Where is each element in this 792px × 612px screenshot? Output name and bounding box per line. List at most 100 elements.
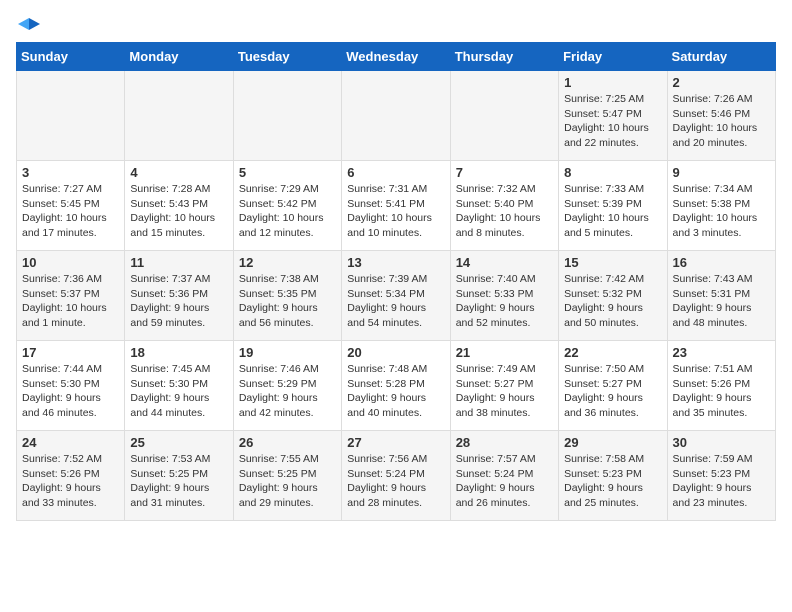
cell-info: Sunrise: 7:38 AM Sunset: 5:35 PM Dayligh… <box>239 272 336 331</box>
logo-flag-icon <box>18 16 40 38</box>
header-day-saturday: Saturday <box>667 43 775 71</box>
header-day-wednesday: Wednesday <box>342 43 450 71</box>
header-day-sunday: Sunday <box>17 43 125 71</box>
day-number: 12 <box>239 255 336 270</box>
header <box>16 16 776 34</box>
calendar-cell: 3 Sunrise: 7:27 AM Sunset: 5:45 PM Daylig… <box>17 161 125 251</box>
calendar-cell <box>450 71 558 161</box>
day-number: 13 <box>347 255 444 270</box>
day-number: 18 <box>130 345 227 360</box>
calendar-cell: 6Sunrise: 7:31 AM Sunset: 5:41 PM Daylig… <box>342 161 450 251</box>
calendar-cell: 8Sunrise: 7:33 AM Sunset: 5:39 PM Daylig… <box>559 161 667 251</box>
cell-info: Sunrise: 7:42 AM Sunset: 5:32 PM Dayligh… <box>564 272 661 331</box>
cell-info: Sunrise: 7:56 AM Sunset: 5:24 PM Dayligh… <box>347 452 444 511</box>
calendar-cell: 18 Sunrise: 7:45 AM Sunset: 5:30 PM Dayli… <box>125 341 233 431</box>
cell-info: Sunrise: 7:37 AM Sunset: 5:36 PM Dayligh… <box>130 272 227 331</box>
calendar-cell: 19 Sunrise: 7:46 AM Sunset: 5:29 PM Dayli… <box>233 341 341 431</box>
day-number: 22 <box>564 345 661 360</box>
calendar-cell: 15 Sunrise: 7:42 AM Sunset: 5:32 PM Dayli… <box>559 251 667 341</box>
cell-info: Sunrise: 7:32 AM Sunset: 5:40 PM Dayligh… <box>456 182 553 241</box>
day-number: 21 <box>456 345 553 360</box>
calendar-cell: 11Sunrise: 7:37 AM Sunset: 5:36 PM Dayli… <box>125 251 233 341</box>
cell-info: Sunrise: 7:27 AM Sunset: 5:45 PM Dayligh… <box>22 182 119 241</box>
calendar-cell: 13 Sunrise: 7:39 AM Sunset: 5:34 PM Dayli… <box>342 251 450 341</box>
calendar-cell <box>17 71 125 161</box>
calendar-week-row: 10 Sunrise: 7:36 AM Sunset: 5:37 PM Dayli… <box>17 251 776 341</box>
day-number: 6 <box>347 165 444 180</box>
calendar-cell: 23 Sunrise: 7:51 AM Sunset: 5:26 PM Dayli… <box>667 341 775 431</box>
day-number: 8 <box>564 165 661 180</box>
day-number: 28 <box>456 435 553 450</box>
day-number: 24 <box>22 435 119 450</box>
calendar-cell: 17Sunrise: 7:44 AM Sunset: 5:30 PM Dayli… <box>17 341 125 431</box>
cell-info: Sunrise: 7:45 AM Sunset: 5:30 PM Dayligh… <box>130 362 227 421</box>
cell-info: Sunrise: 7:36 AM Sunset: 5:37 PM Dayligh… <box>22 272 119 331</box>
day-number: 7 <box>456 165 553 180</box>
cell-info: Sunrise: 7:40 AM Sunset: 5:33 PM Dayligh… <box>456 272 553 331</box>
calendar-cell: 27 Sunrise: 7:56 AM Sunset: 5:24 PM Dayli… <box>342 431 450 521</box>
day-number: 19 <box>239 345 336 360</box>
header-row: SundayMondayTuesdayWednesdayThursdayFrid… <box>17 43 776 71</box>
cell-info: Sunrise: 7:58 AM Sunset: 5:23 PM Dayligh… <box>564 452 661 511</box>
calendar-cell: 16 Sunrise: 7:43 AM Sunset: 5:31 PM Dayli… <box>667 251 775 341</box>
calendar-cell: 21 Sunrise: 7:49 AM Sunset: 5:27 PM Dayli… <box>450 341 558 431</box>
day-number: 16 <box>673 255 770 270</box>
cell-info: Sunrise: 7:39 AM Sunset: 5:34 PM Dayligh… <box>347 272 444 331</box>
calendar-cell: 28 Sunrise: 7:57 AM Sunset: 5:24 PM Dayli… <box>450 431 558 521</box>
cell-info: Sunrise: 7:28 AM Sunset: 5:43 PM Dayligh… <box>130 182 227 241</box>
cell-info: Sunrise: 7:25 AM Sunset: 5:47 PM Dayligh… <box>564 92 661 151</box>
calendar-week-row: 3 Sunrise: 7:27 AM Sunset: 5:45 PM Daylig… <box>17 161 776 251</box>
calendar-cell: 12 Sunrise: 7:38 AM Sunset: 5:35 PM Dayli… <box>233 251 341 341</box>
calendar-cell: 2 Sunrise: 7:26 AM Sunset: 5:46 PM Daylig… <box>667 71 775 161</box>
cell-info: Sunrise: 7:57 AM Sunset: 5:24 PM Dayligh… <box>456 452 553 511</box>
day-number: 17 <box>22 345 119 360</box>
day-number: 26 <box>239 435 336 450</box>
calendar-cell: 9 Sunrise: 7:34 AM Sunset: 5:38 PM Daylig… <box>667 161 775 251</box>
cell-info: Sunrise: 7:51 AM Sunset: 5:26 PM Dayligh… <box>673 362 770 421</box>
day-number: 23 <box>673 345 770 360</box>
cell-info: Sunrise: 7:48 AM Sunset: 5:28 PM Dayligh… <box>347 362 444 421</box>
calendar-cell <box>233 71 341 161</box>
calendar-cell: 29 Sunrise: 7:58 AM Sunset: 5:23 PM Dayli… <box>559 431 667 521</box>
calendar-cell: 30 Sunrise: 7:59 AM Sunset: 5:23 PM Dayli… <box>667 431 775 521</box>
header-day-thursday: Thursday <box>450 43 558 71</box>
cell-info: Sunrise: 7:49 AM Sunset: 5:27 PM Dayligh… <box>456 362 553 421</box>
calendar-cell <box>342 71 450 161</box>
cell-info: Sunrise: 7:34 AM Sunset: 5:38 PM Dayligh… <box>673 182 770 241</box>
calendar-cell: 20 Sunrise: 7:48 AM Sunset: 5:28 PM Dayli… <box>342 341 450 431</box>
calendar-week-row: 1 Sunrise: 7:25 AM Sunset: 5:47 PM Daylig… <box>17 71 776 161</box>
calendar-week-row: 24 Sunrise: 7:52 AM Sunset: 5:26 PM Dayli… <box>17 431 776 521</box>
day-number: 1 <box>564 75 661 90</box>
day-number: 10 <box>22 255 119 270</box>
header-day-monday: Monday <box>125 43 233 71</box>
cell-info: Sunrise: 7:29 AM Sunset: 5:42 PM Dayligh… <box>239 182 336 241</box>
calendar-cell: 24 Sunrise: 7:52 AM Sunset: 5:26 PM Dayli… <box>17 431 125 521</box>
day-number: 5 <box>239 165 336 180</box>
day-number: 4 <box>130 165 227 180</box>
calendar-cell: 7 Sunrise: 7:32 AM Sunset: 5:40 PM Daylig… <box>450 161 558 251</box>
day-number: 29 <box>564 435 661 450</box>
calendar-cell <box>125 71 233 161</box>
cell-info: Sunrise: 7:53 AM Sunset: 5:25 PM Dayligh… <box>130 452 227 511</box>
calendar-week-row: 17Sunrise: 7:44 AM Sunset: 5:30 PM Dayli… <box>17 341 776 431</box>
cell-info: Sunrise: 7:43 AM Sunset: 5:31 PM Dayligh… <box>673 272 770 331</box>
day-number: 15 <box>564 255 661 270</box>
cell-info: Sunrise: 7:59 AM Sunset: 5:23 PM Dayligh… <box>673 452 770 511</box>
calendar-cell: 14 Sunrise: 7:40 AM Sunset: 5:33 PM Dayli… <box>450 251 558 341</box>
logo <box>16 16 40 34</box>
day-number: 27 <box>347 435 444 450</box>
cell-info: Sunrise: 7:26 AM Sunset: 5:46 PM Dayligh… <box>673 92 770 151</box>
day-number: 30 <box>673 435 770 450</box>
calendar-cell: 22Sunrise: 7:50 AM Sunset: 5:27 PM Dayli… <box>559 341 667 431</box>
day-number: 20 <box>347 345 444 360</box>
cell-info: Sunrise: 7:55 AM Sunset: 5:25 PM Dayligh… <box>239 452 336 511</box>
day-number: 14 <box>456 255 553 270</box>
day-number: 9 <box>673 165 770 180</box>
day-number: 2 <box>673 75 770 90</box>
calendar-table: SundayMondayTuesdayWednesdayThursdayFrid… <box>16 42 776 521</box>
day-number: 3 <box>22 165 119 180</box>
cell-info: Sunrise: 7:46 AM Sunset: 5:29 PM Dayligh… <box>239 362 336 421</box>
cell-info: Sunrise: 7:52 AM Sunset: 5:26 PM Dayligh… <box>22 452 119 511</box>
calendar-cell: 1 Sunrise: 7:25 AM Sunset: 5:47 PM Daylig… <box>559 71 667 161</box>
header-day-friday: Friday <box>559 43 667 71</box>
